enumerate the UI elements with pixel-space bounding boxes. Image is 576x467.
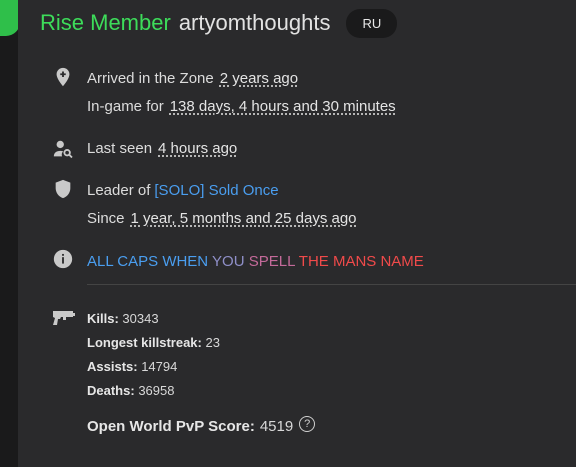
user-search-icon: [52, 138, 74, 160]
deaths-stat: Deaths: 36958: [87, 382, 174, 400]
location-pin-icon: [52, 66, 74, 88]
assists-label: Assists:: [87, 359, 138, 374]
info-icon: [52, 248, 74, 270]
clan-since-value[interactable]: 1 year, 5 months and 25 days ago: [131, 210, 357, 227]
status-segment-1: ALL CAPS WHEN: [87, 253, 213, 270]
status-segment-4: THE MANS NAME: [298, 253, 424, 270]
region-badge: RU: [346, 8, 398, 38]
rank-title: Rise Member: [40, 10, 171, 35]
arrival-row: Arrived in the Zone 2 years ago: [87, 69, 298, 89]
clan-row: Leader of [SOLO] Sold Once: [87, 181, 279, 201]
last-seen-row: Last seen 4 hours ago: [87, 139, 237, 159]
rank-corner-accent: [0, 0, 20, 36]
ingame-row: In-game for 138 days, 4 hours and 30 minu…: [87, 97, 396, 117]
profile-header: Rise Member artyomthoughts RU: [40, 8, 398, 38]
shield-icon: [52, 178, 74, 200]
killstreak-stat: Longest killstreak: 23: [87, 334, 220, 352]
username: artyomthoughts: [178, 10, 331, 35]
divider: [87, 284, 576, 285]
kills-value: 30343: [122, 311, 159, 326]
arrival-value[interactable]: 2 years ago: [220, 70, 298, 87]
killstreak-label: Longest killstreak:: [87, 335, 202, 350]
pvp-value: 4519: [259, 418, 294, 435]
pvp-score: Open World PvP Score: 4519 ?: [87, 415, 316, 435]
ingame-value[interactable]: 138 days, 4 hours and 30 minutes: [170, 98, 396, 115]
clan-since-label: Since: [87, 210, 125, 227]
status-segment-3: SPELL: [248, 253, 299, 270]
clan-since-row: Since 1 year, 5 months and 25 days ago: [87, 209, 357, 229]
status-message: ALL CAPS WHEN YOU SPELL THE MANS NAME: [87, 252, 424, 272]
pvp-label: Open World PvP Score:: [87, 418, 255, 435]
kills-label: Kills:: [87, 311, 119, 326]
kills-stat: Kills: 30343: [87, 310, 159, 328]
assists-value: 14794: [141, 359, 178, 374]
last-seen-value[interactable]: 4 hours ago: [158, 140, 237, 157]
help-icon[interactable]: ?: [299, 415, 316, 432]
assists-stat: Assists: 14794: [87, 358, 177, 376]
status-segment-2: YOU: [212, 253, 249, 270]
last-seen-label: Last seen: [87, 140, 153, 157]
deaths-label: Deaths:: [87, 383, 135, 398]
clan-link[interactable]: [SOLO] Sold Once: [154, 182, 278, 199]
clan-label: Leader of: [87, 182, 151, 199]
killstreak-value: 23: [205, 335, 220, 350]
gun-icon: [52, 308, 76, 328]
ingame-label: In-game for: [87, 98, 164, 115]
deaths-value: 36958: [138, 383, 175, 398]
arrival-label: Arrived in the Zone: [87, 70, 214, 87]
